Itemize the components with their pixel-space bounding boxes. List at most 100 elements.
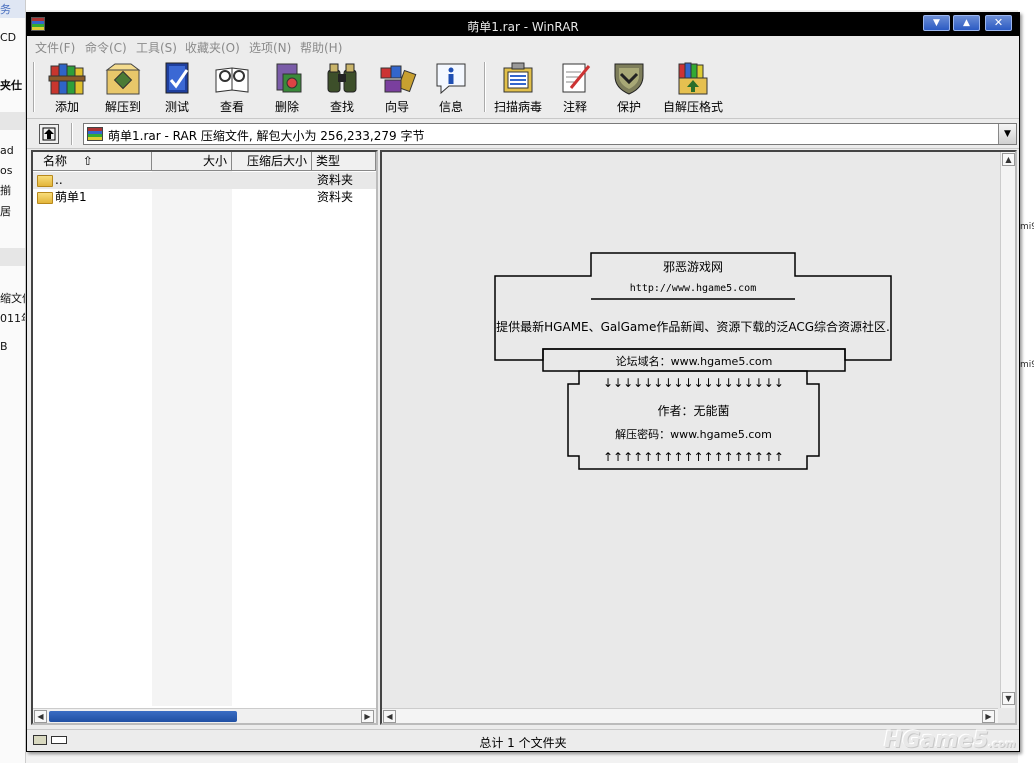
bg-text: 揃 (0, 184, 11, 197)
scroll-left-icon[interactable]: ◀ (383, 710, 396, 723)
up-one-level-button[interactable] (39, 124, 59, 144)
close-button[interactable]: ✕ (985, 15, 1012, 31)
menu-bar: 文件(F) 命令(C) 工具(S) 收藏夹(O) 选项(N) 帮助(H) (27, 36, 1019, 56)
toolbar-wizard-button[interactable]: 向导 (367, 60, 427, 116)
watermark-logo: HGame5.com (884, 728, 1016, 753)
bg-text: 缩文件 (0, 292, 25, 305)
table-row[interactable]: 萌单1 资料夹 (33, 189, 376, 206)
minimize-button[interactable]: ▼ (923, 15, 950, 31)
toolbar-label: 信息 (438, 100, 463, 114)
file-list-header: 名称 ⇧ 大小 压缩后大小 类型 (33, 152, 376, 171)
menu-favorites[interactable]: 收藏夹(O) (185, 39, 240, 56)
protect-icon (614, 63, 644, 95)
comment-vertical-scrollbar[interactable]: ▲ ▼ (1000, 152, 1015, 708)
bg-text: ad (0, 144, 14, 157)
scrollbar-thumb[interactable] (49, 711, 237, 722)
window-title: 萌单1.rar - WinRAR (467, 20, 579, 34)
toolbar-label: 添加 (54, 100, 79, 114)
test-icon (165, 62, 189, 94)
toolbar-label: 查看 (219, 100, 244, 114)
comment-arrows-down: ↓↓↓↓↓↓↓↓↓↓↓↓↓↓↓↓↓↓ (603, 376, 784, 390)
toolbar-find-button[interactable]: 查找 (312, 60, 372, 116)
maximize-button[interactable]: ▲ (953, 15, 980, 31)
path-dropdown-button[interactable]: ▼ (998, 124, 1016, 144)
toolbar-separator (484, 62, 486, 112)
column-size[interactable]: 大小 (152, 152, 232, 171)
toolbar-label: 保护 (616, 100, 641, 114)
size-column-shade (152, 171, 232, 706)
comment-pane[interactable]: 邪恶游戏网 http://www.hgame5.com 提供最新HGAME、Ga… (380, 150, 1017, 725)
column-type[interactable]: 类型 (312, 152, 376, 171)
scroll-right-icon[interactable]: ▶ (361, 710, 374, 723)
watermark-text: HGame5 (884, 728, 989, 753)
sfx-icon (678, 62, 708, 95)
comment-icon (562, 63, 591, 93)
bg-text: mi9 (1020, 360, 1034, 370)
menu-options[interactable]: 选项(N) (249, 39, 291, 56)
table-row[interactable]: .. 资料夹 (33, 172, 376, 189)
toolbar-test-button[interactable]: 测试 (147, 60, 207, 116)
toolbar-add-button[interactable]: 添加 (37, 60, 97, 116)
menu-help[interactable]: 帮助(H) (300, 39, 342, 56)
watermark-suffix: .com (988, 739, 1016, 750)
toolbar-label: 注释 (562, 100, 587, 114)
toolbar-protect-button[interactable]: 保护 (599, 60, 659, 116)
toolbar-label: 扫描病毒 (493, 100, 542, 114)
toolbar-separator (33, 62, 35, 112)
toolbar-label: 删除 (274, 100, 299, 114)
up-arrow-icon (42, 127, 56, 141)
comment-forum: 论坛域名：www.hgame5.com (615, 355, 773, 368)
toolbar-label: 查找 (329, 100, 354, 114)
toolbar-comment-button[interactable]: 注释 (545, 60, 605, 116)
archive-path-text: 萌单1.rar - RAR 压缩文件, 解包大小为 256,233,279 字节 (108, 129, 425, 143)
row-name: 萌单1 (55, 190, 87, 204)
column-name[interactable]: 名称 ⇧ (33, 152, 152, 171)
toolbar-view-button[interactable]: 查看 (202, 60, 262, 116)
wizard-icon (380, 65, 417, 93)
column-packed-label: 压缩后大小 (246, 154, 307, 168)
add-books-icon (48, 63, 86, 95)
archive-path-field[interactable]: 萌单1.rar - RAR 压缩文件, 解包大小为 256,233,279 字节… (83, 123, 1017, 145)
folder-icon (37, 192, 53, 204)
bg-text: 夹仕 (0, 79, 22, 92)
toolbar-label: 向导 (384, 100, 409, 114)
file-list-horizontal-scrollbar[interactable]: ◀ ▶ (33, 708, 376, 723)
toolbar-label: 自解压格式 (662, 100, 723, 114)
background-window-fragment: mi9 mi9 (1018, 10, 1034, 763)
background-strip (26, 0, 1034, 10)
scroll-right-icon[interactable]: ▶ (982, 710, 995, 723)
info-icon (436, 63, 466, 95)
toolbar-scan-virus-button[interactable]: 扫描病毒 (487, 60, 549, 116)
sort-up-icon: ⇧ (82, 154, 93, 168)
column-size-label: 大小 (202, 154, 227, 168)
file-list-pane[interactable]: 名称 ⇧ 大小 压缩后大小 类型 .. 资料夹 萌单1 资料夹 ◀ ▶ (31, 150, 378, 725)
comment-horizontal-scrollbar[interactable]: ◀ ▶ (382, 708, 998, 723)
bg-text: mi9 (1020, 222, 1034, 232)
scan-virus-icon (503, 62, 533, 93)
row-type: 资料夹 (317, 190, 354, 204)
column-packed[interactable]: 压缩后大小 (232, 152, 312, 171)
view-icon (215, 67, 249, 93)
toolbar-extract-button[interactable]: 解压到 (93, 60, 153, 116)
folder-icon (37, 175, 53, 187)
bg-text: os (0, 164, 13, 177)
bg-text: 011年 (0, 312, 25, 325)
addr-separator (71, 123, 73, 145)
comment-site-url: http://www.hgame5.com (629, 283, 757, 294)
bg-text: 居 (0, 205, 11, 218)
comment-site-name: 邪恶游戏网 (662, 260, 723, 274)
toolbar-sfx-button[interactable]: 自解压格式 (661, 60, 725, 116)
find-icon (327, 63, 357, 93)
menu-file[interactable]: 文件(F) (35, 39, 75, 56)
scroll-down-icon[interactable]: ▼ (1002, 692, 1015, 705)
scroll-up-icon[interactable]: ▲ (1002, 153, 1015, 166)
toolbar-info-button[interactable]: 信息 (421, 60, 481, 116)
toolbar-delete-button[interactable]: 删除 (257, 60, 317, 116)
menu-command[interactable]: 命令(C) (85, 39, 127, 56)
row-name: .. (55, 173, 63, 187)
menu-tools[interactable]: 工具(S) (136, 39, 177, 56)
comment-author: 作者：无能菌 (657, 404, 730, 418)
status-text: 总计 1 个文件夹 (479, 736, 567, 750)
scroll-left-icon[interactable]: ◀ (34, 710, 47, 723)
title-bar[interactable]: 萌单1.rar - WinRAR ▼ ▲ ✕ (27, 13, 1019, 36)
